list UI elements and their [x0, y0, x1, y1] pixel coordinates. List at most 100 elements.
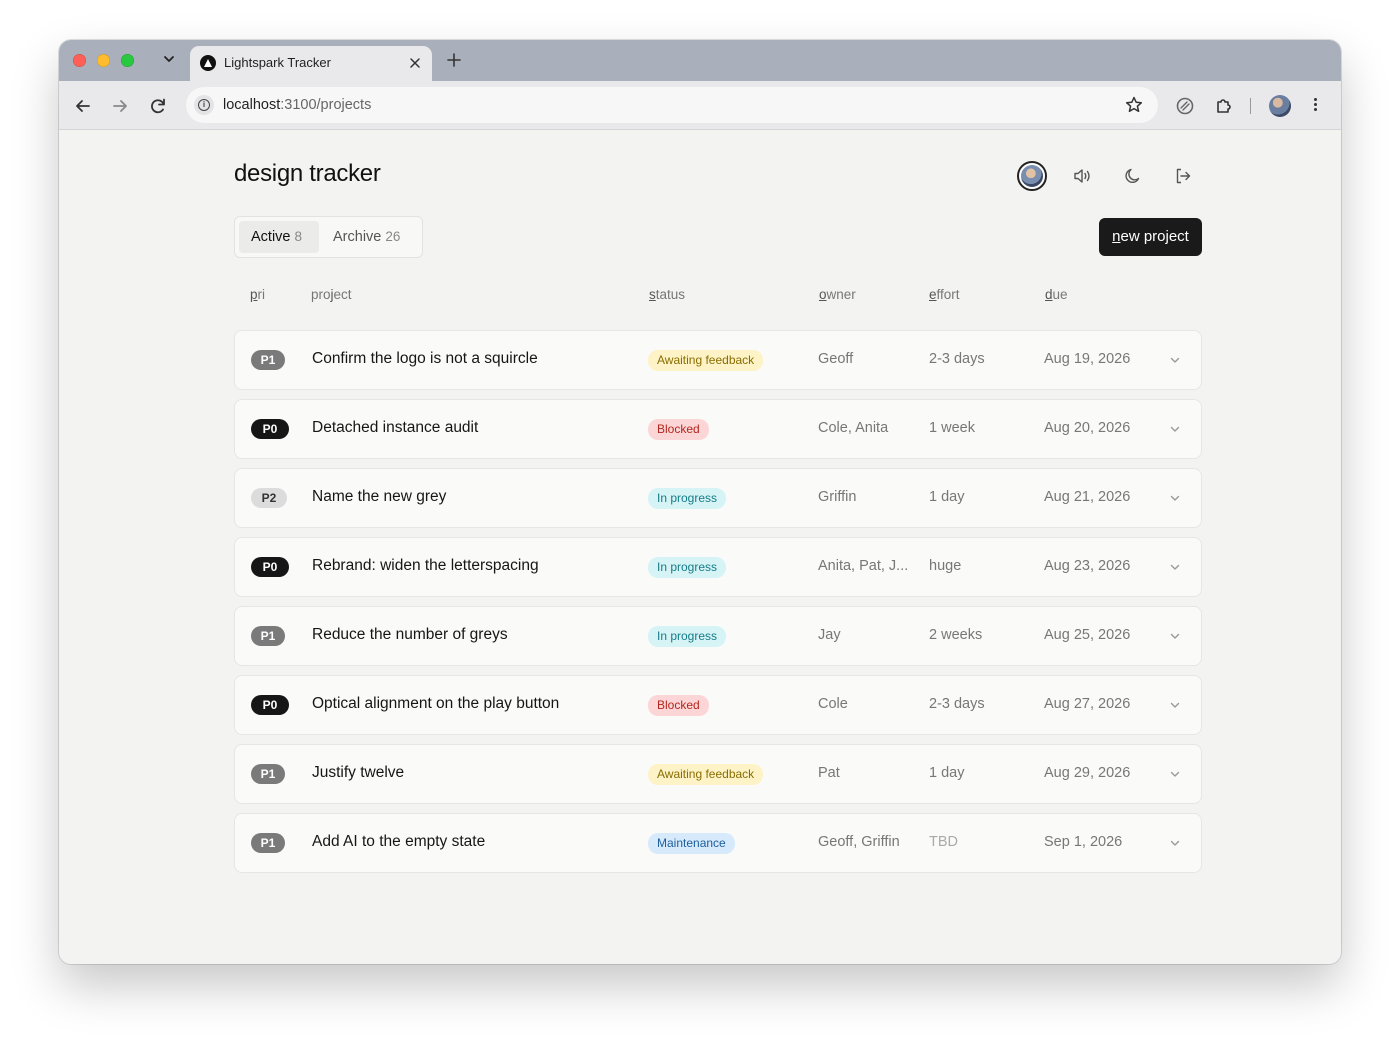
puzzle-icon[interactable]: [1213, 95, 1235, 117]
due-date: Aug 19, 2026: [1044, 351, 1131, 367]
project-name: Optical alignment on the play button: [312, 695, 560, 712]
owner-text: Geoff: [818, 351, 854, 367]
priority-badge: P1: [251, 626, 285, 646]
effort-text: 2 weeks: [929, 627, 983, 643]
extension-icon[interactable]: [1174, 95, 1196, 117]
project-name: Add AI to the empty state: [312, 833, 486, 850]
page-content: design tracker Active 8 Archive 26 new pro…: [59, 131, 1341, 964]
info-icon[interactable]: i: [194, 95, 214, 115]
tab-active-label: Active: [251, 229, 291, 245]
priority-badge: P1: [251, 833, 285, 853]
tab-active[interactable]: Active 8: [239, 221, 319, 253]
speaker-icon[interactable]: [1072, 166, 1092, 186]
forward-arrow-icon[interactable]: [109, 95, 131, 117]
project-row[interactable]: P1 Add AI to the empty state Maintenance Ge…: [234, 813, 1202, 873]
priority-badge: P0: [251, 557, 289, 577]
status-badge: Awaiting feedback: [648, 350, 764, 371]
column-header-owner[interactable]: owner: [819, 287, 856, 302]
back-arrow-icon[interactable]: [72, 95, 94, 117]
tab-search-chevron-icon[interactable]: [159, 51, 179, 71]
status-badge: Blocked: [648, 695, 709, 716]
chevron-down-icon[interactable]: [1168, 560, 1182, 574]
new-tab-plus-icon[interactable]: [444, 48, 464, 74]
project-row[interactable]: P1 Justify twelve Awaiting feedback Pat 1 da…: [234, 744, 1202, 804]
chevron-down-icon[interactable]: [1168, 629, 1182, 643]
tab-strip: Lightspark Tracker: [59, 40, 1341, 81]
owner-text: Cole, Anita: [818, 420, 889, 436]
project-row[interactable]: P2 Name the new grey In progress Griffin 1 d…: [234, 468, 1202, 528]
chevron-down-icon[interactable]: [1168, 767, 1182, 781]
star-icon[interactable]: [1124, 95, 1144, 115]
project-name: Name the new grey: [312, 488, 447, 505]
due-date: Aug 20, 2026: [1044, 420, 1131, 436]
owner-text: Griffin: [818, 489, 857, 505]
url-text: localhost:3100/projects: [223, 97, 371, 113]
status-badge: In progress: [648, 488, 727, 509]
owner-text: Anita, Pat, J...: [818, 558, 909, 574]
user-avatar[interactable]: [1017, 161, 1047, 191]
priority-badge: P1: [251, 350, 285, 370]
status-badge: In progress: [648, 626, 727, 647]
logout-icon[interactable]: [1173, 166, 1193, 186]
tab-close-icon[interactable]: [408, 53, 422, 75]
chevron-down-icon[interactable]: [1168, 698, 1182, 712]
effort-text: 2-3 days: [929, 351, 985, 367]
minimize-window-button[interactable]: [97, 54, 110, 67]
column-header-project[interactable]: project: [311, 287, 352, 302]
column-header-effort[interactable]: effort: [929, 287, 960, 302]
priority-badge: P0: [251, 419, 289, 439]
status-badge: Maintenance: [648, 833, 735, 854]
project-row[interactable]: P1 Reduce the number of greys In progress J…: [234, 606, 1202, 666]
moon-icon[interactable]: [1123, 166, 1143, 186]
column-header-due[interactable]: due: [1045, 287, 1068, 302]
due-date: Aug 29, 2026: [1044, 765, 1131, 781]
effort-text: 1 day: [929, 489, 965, 505]
column-header-pri[interactable]: pri: [250, 287, 265, 302]
tab-archive-label: Archive: [333, 229, 382, 245]
project-row[interactable]: P0 Rebrand: widen the letterspacing In pro…: [234, 537, 1202, 597]
url-path: :3100/projects: [280, 97, 372, 113]
browser-toolbar: i localhost:3100/projects: [59, 81, 1341, 130]
tab-archive-count: 26: [385, 229, 401, 244]
browser-tab[interactable]: Lightspark Tracker: [190, 46, 432, 81]
reload-icon[interactable]: [147, 95, 169, 117]
effort-text: 2-3 days: [929, 696, 985, 712]
toolbar-divider: [1250, 98, 1251, 114]
chevron-down-icon[interactable]: [1168, 353, 1182, 367]
due-date: Aug 27, 2026: [1044, 696, 1131, 712]
browser-window: Lightspark Tracker i localhost:3100/proj…: [59, 40, 1341, 964]
address-bar[interactable]: i localhost:3100/projects: [186, 87, 1158, 123]
maximize-window-button[interactable]: [121, 54, 134, 67]
new-project-button[interactable]: new project: [1099, 218, 1202, 256]
column-header-status[interactable]: status: [649, 287, 685, 302]
owner-text: Cole: [818, 696, 848, 712]
view-segmented-control: Active 8 Archive 26: [234, 216, 423, 258]
project-name: Rebrand: widen the letterspacing: [312, 557, 539, 574]
project-row[interactable]: P1 Confirm the logo is not a squircle Awai…: [234, 330, 1202, 390]
new-project-label: ew project: [1120, 228, 1189, 245]
owner-text: Jay: [818, 627, 841, 643]
effort-text: huge: [929, 558, 962, 574]
effort-text: 1 day: [929, 765, 965, 781]
chevron-down-icon[interactable]: [1168, 491, 1182, 505]
project-row[interactable]: P0 Optical alignment on the play button Bl…: [234, 675, 1202, 735]
chevron-down-icon[interactable]: [1168, 422, 1182, 436]
project-name: Detached instance audit: [312, 419, 479, 436]
tab-archive[interactable]: Archive 26: [321, 221, 412, 253]
status-badge: In progress: [648, 557, 727, 578]
kebab-menu-icon[interactable]: [1311, 96, 1319, 116]
status-badge: Awaiting feedback: [648, 764, 764, 785]
close-window-button[interactable]: [73, 54, 86, 67]
status-badge: Blocked: [648, 419, 709, 440]
profile-avatar[interactable]: [1269, 95, 1291, 117]
priority-badge: P1: [251, 764, 285, 784]
priority-badge: P2: [251, 488, 287, 508]
project-row[interactable]: P0 Detached instance audit Blocked Cole, An…: [234, 399, 1202, 459]
owner-text: Geoff, Griffin: [818, 834, 900, 850]
chevron-down-icon[interactable]: [1168, 836, 1182, 850]
owner-text: Pat: [818, 765, 840, 781]
effort-text: 1 week: [929, 420, 975, 436]
due-date: Aug 23, 2026: [1044, 558, 1131, 574]
project-name: Reduce the number of greys: [312, 626, 508, 643]
page-title: design tracker: [234, 160, 381, 187]
